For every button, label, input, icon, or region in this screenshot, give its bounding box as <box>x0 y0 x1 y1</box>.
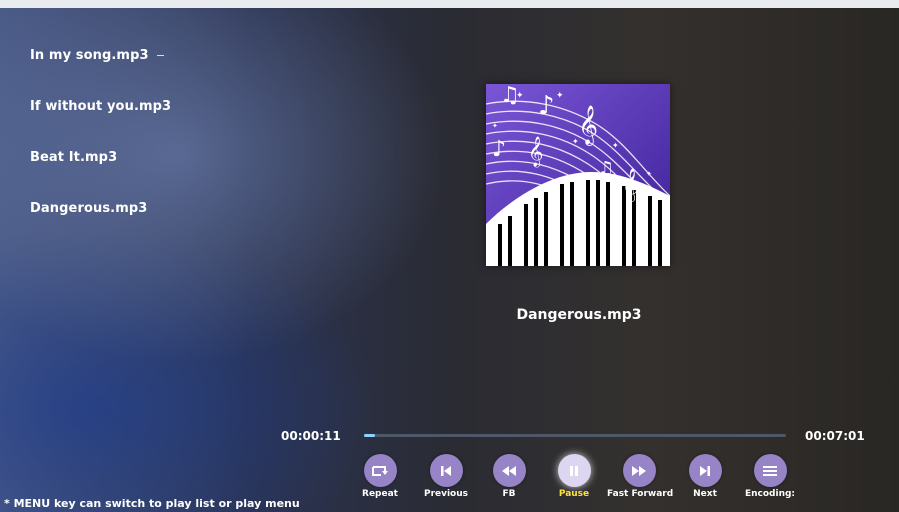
fast-forward-button[interactable]: Fast Forward <box>607 454 674 499</box>
fast-backward-icon <box>492 454 526 487</box>
playlist-item-label: If without you.mp3 <box>30 99 172 114</box>
svg-text:𝄞: 𝄞 <box>622 168 639 202</box>
pause-button[interactable]: Pause <box>542 454 606 499</box>
repeat-button[interactable]: Repeat <box>348 454 412 499</box>
menu-hint: * MENU key can switch to play list or pl… <box>4 497 300 510</box>
pause-label: Pause <box>558 489 590 499</box>
playlist-item-label: In my song.mp3 <box>30 48 149 63</box>
fast-backward-button[interactable]: FB <box>477 454 541 499</box>
total-time: 00:07:01 <box>805 429 865 443</box>
playlist: In my song.mp3 If without you.mp3 Beat I… <box>30 48 171 252</box>
skip-previous-icon <box>429 454 463 487</box>
encoding-icon <box>753 454 787 487</box>
skip-next-icon <box>688 454 722 487</box>
svg-text:𝄞: 𝄞 <box>578 105 598 146</box>
playlist-item[interactable]: If without you.mp3 <box>30 99 171 150</box>
progress-fill <box>364 434 375 437</box>
repeat-label: Repeat <box>362 489 398 499</box>
current-song-marker <box>156 55 164 56</box>
encoding-label: Encoding: <box>744 489 796 499</box>
svg-text:✦: ✦ <box>492 122 498 130</box>
svg-text:✦: ✦ <box>612 141 619 150</box>
svg-text:✦: ✦ <box>572 137 579 146</box>
progress-bar[interactable] <box>364 434 786 437</box>
current-time: 00:00:11 <box>281 429 341 443</box>
repeat-icon <box>363 454 397 487</box>
svg-text:♫: ♫ <box>598 158 614 179</box>
screen-top-frame <box>0 0 899 8</box>
playlist-item[interactable]: In my song.mp3 <box>30 48 171 99</box>
next-button[interactable]: Next <box>673 454 737 499</box>
previous-button[interactable]: Previous <box>414 454 478 499</box>
encoding-button[interactable]: Encoding: <box>738 454 802 499</box>
fast-backward-label: FB <box>502 489 516 499</box>
album-art: ♫ ♪ 𝄞 𝄞 ♪ 𝄞 ♫ ✦ ✦ ✦ ✦ ✦ ✦ <box>486 84 670 266</box>
fast-forward-label: Fast Forward <box>607 489 674 499</box>
playback-controls: Repeat Previous FB Pause Fast Forward Ne… <box>362 454 802 504</box>
playlist-item-label: Dangerous.mp3 <box>30 201 148 216</box>
next-label: Next <box>693 489 717 499</box>
previous-label: Previous <box>423 489 469 499</box>
svg-text:𝄞: 𝄞 <box>528 136 543 168</box>
svg-text:♪: ♪ <box>538 91 555 121</box>
svg-text:✦: ✦ <box>516 91 524 101</box>
playlist-item-label: Beat It.mp3 <box>30 150 118 165</box>
song-title: Dangerous.mp3 <box>516 307 642 323</box>
svg-text:✦: ✦ <box>556 91 564 101</box>
album-art-illustration: ♫ ♪ 𝄞 𝄞 ♪ 𝄞 ♫ ✦ ✦ ✦ ✦ ✦ ✦ <box>486 84 670 266</box>
fast-forward-icon <box>622 454 656 487</box>
svg-text:♪: ♪ <box>492 137 506 162</box>
svg-text:✦: ✦ <box>646 170 652 178</box>
pause-icon <box>557 454 591 487</box>
playlist-item[interactable]: Dangerous.mp3 <box>30 201 171 252</box>
playlist-item[interactable]: Beat It.mp3 <box>30 150 171 201</box>
